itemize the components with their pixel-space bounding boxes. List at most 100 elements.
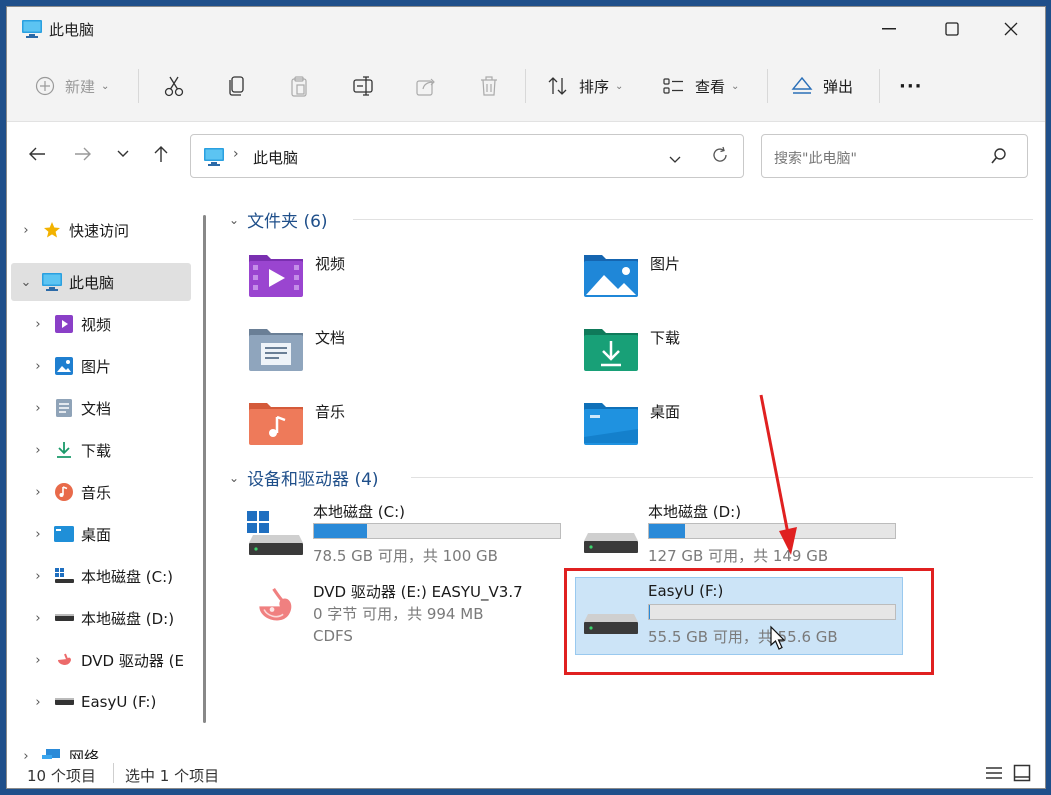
folder-downloads[interactable]: 下载 [582,323,912,383]
sidebar-item-desktop[interactable]: › 桌面 [29,515,205,553]
sidebar-item-pictures[interactable]: › 图片 [29,347,205,385]
sort-label: 排序 [579,77,610,96]
chevron-right-icon: › [35,610,41,626]
close-button[interactable] [983,7,1039,51]
sidebar-item-downloads[interactable]: › 下载 [29,431,205,469]
folders-group-header[interactable]: ⌄ 文件夹 (6) [229,207,328,232]
sidebar-item-easyu[interactable]: › EasyU (F:) [29,683,205,721]
sidebar-scrollbar[interactable] [203,215,206,723]
sidebar-item-label: 本地磁盘 (C:) [81,567,173,586]
windows-drive-icon [53,566,75,586]
arrow-up-icon [154,146,168,162]
chevron-down-icon: ⌄ [229,470,240,485]
divider [767,69,768,103]
more-icon: ··· [899,75,923,97]
sidebar-item-network[interactable]: › 网络 [17,737,199,759]
chevron-right-icon: › [35,400,41,416]
refresh-icon [713,146,727,162]
documents-folder-icon [249,329,303,371]
minimize-icon [882,28,896,30]
divider [138,69,139,103]
sort-icon [548,77,567,95]
drive-icon [584,533,638,553]
paste-icon [291,76,307,97]
breadcrumb-location[interactable]: 此电脑 [253,147,298,168]
drive-usage-fill [314,524,367,538]
navigation-pane: › 快速访问 ⌄ 此电脑 › 视频 › 图片 › 文档 › 下载 › 音乐 › … [7,189,205,759]
tiles-view-button[interactable] [1013,764,1031,786]
more-options-button[interactable]: ··· [899,65,923,107]
details-view-button[interactable] [985,765,1003,785]
plus-icon [35,76,55,96]
drive-name: DVD 驱动器 (E:) EASYU_V3.7 [313,583,523,601]
computer-icon [21,19,43,39]
drives-group-header[interactable]: ⌄ 设备和驱动器 (4) [229,465,379,490]
folder-label: 音乐 [315,403,346,421]
sidebar-item-drive-c[interactable]: › 本地磁盘 (C:) [29,557,205,595]
star-icon [41,220,63,240]
sidebar-item-label: 快速访问 [69,221,130,240]
drive-c[interactable]: 本地磁盘 (C:) 78.5 GB 可用，共 100 GB [247,501,577,581]
sidebar-item-drive-d[interactable]: › 本地磁盘 (D:) [29,599,205,637]
paste-button[interactable] [289,65,309,107]
drives-group-title: 设备和驱动器 (4) [247,470,379,490]
sidebar-item-dvd-drive[interactable]: › DVD 驱动器 (E [29,641,205,679]
recent-locations-button[interactable] [109,139,137,169]
search-box[interactable]: 搜索"此电脑" [761,134,1028,178]
chevron-down-icon [669,156,681,163]
status-bar: 10 个项目 选中 1 个项目 [7,759,1045,788]
forward-button[interactable] [69,139,97,169]
rename-button[interactable] [352,65,376,107]
folder-pictures[interactable]: 图片 [582,249,912,309]
folder-label: 桌面 [650,403,681,421]
folder-documents[interactable]: 文档 [247,323,577,383]
up-button[interactable] [147,139,175,169]
view-button[interactable]: 查看 ⌄ [663,65,739,107]
group-divider [411,477,1033,478]
sidebar-item-documents[interactable]: › 文档 [29,389,205,427]
chevron-right-icon: › [35,526,41,542]
address-bar[interactable]: › 此电脑 [190,134,744,178]
maximize-button[interactable] [924,7,980,51]
folder-label: 图片 [650,255,681,273]
eject-button[interactable]: 弹出 [791,65,853,107]
eject-icon [791,76,813,94]
dvd-icon [53,650,75,670]
cut-button[interactable] [163,65,185,107]
minimize-button[interactable] [861,7,917,51]
share-button[interactable] [415,65,437,107]
drive-e-dvd[interactable]: DVD 驱动器 (E:) EASYU_V3.7 0 字节 可用，共 994 MB… [247,581,577,661]
back-button[interactable] [23,139,51,169]
drive-icon [53,692,75,712]
sidebar-item-label: 下载 [81,441,112,460]
arrow-right-icon [75,147,91,161]
delete-button[interactable] [479,65,499,107]
windows-drive-icon [247,511,303,555]
chevron-down-icon: ⌄ [101,80,110,92]
chevron-right-icon: › [35,358,41,374]
folder-music[interactable]: 音乐 [247,397,577,457]
sidebar-item-music[interactable]: › 音乐 [29,473,205,511]
sidebar-item-this-pc[interactable]: ⌄ 此电脑 [11,263,191,301]
share-icon [416,78,435,96]
drive-usage-bar [313,523,561,539]
chevron-right-icon: › [23,222,29,238]
address-dropdown-button[interactable] [669,149,681,168]
folder-videos[interactable]: 视频 [247,249,577,309]
refresh-button[interactable] [711,146,729,168]
sidebar-item-videos[interactable]: › 视频 [29,305,205,343]
copy-button[interactable] [227,65,247,107]
drive-icon [53,608,75,628]
search-placeholder: 搜索"此电脑" [774,151,857,167]
chevron-right-icon: › [35,316,41,332]
annotation-arrow-icon [759,394,797,555]
new-button[interactable]: 新建 ⌄ [35,65,109,107]
sidebar-item-quick-access[interactable]: › 快速访问 [17,211,199,249]
sidebar-item-label: 桌面 [81,525,112,544]
desktop-icon [53,524,75,544]
computer-icon [203,147,225,171]
sort-button[interactable]: 排序 ⌄ [547,65,623,107]
sidebar-item-label: 文档 [81,399,112,418]
documents-icon [53,398,75,418]
window-title: 此电脑 [49,21,95,39]
